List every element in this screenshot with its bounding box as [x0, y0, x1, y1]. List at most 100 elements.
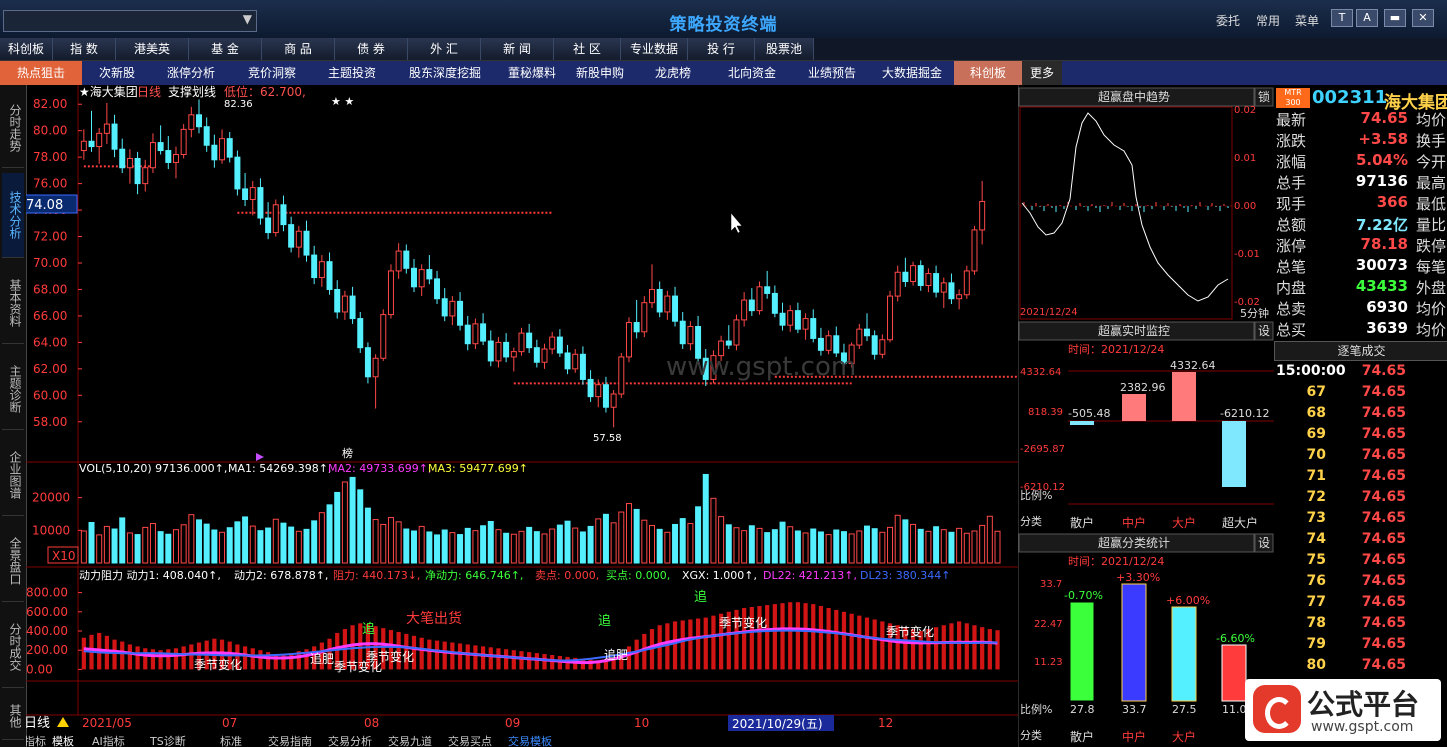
candle-95	[810, 309, 817, 343]
tooltab-8[interactable]: 交易买点	[448, 734, 492, 747]
ind-bar-0	[81, 637, 86, 670]
stat-cat-2: 大户	[1172, 729, 1196, 744]
tooltab-3[interactable]: TS诊断	[149, 734, 186, 747]
vtab-profile[interactable]: 基本资料	[2, 263, 24, 344]
tab-auction[interactable]: 竞价洞察	[230, 61, 314, 85]
vol-bar-89	[764, 532, 771, 564]
stat-set-label[interactable]: 设	[1258, 536, 1270, 550]
price-tick-7: 68.00	[33, 282, 67, 296]
tab-ipo[interactable]: 新股申购	[564, 61, 636, 85]
vol-header-2: MA2: 49733.699↑,	[328, 462, 431, 475]
period-switch[interactable]: 日线	[26, 716, 50, 731]
candle-2	[96, 128, 103, 164]
menu-fund[interactable]: 基 金	[189, 38, 262, 60]
vtab-trades[interactable]: 分时成交	[2, 607, 24, 688]
tooltab-5[interactable]: 交易指南	[268, 734, 312, 747]
menu-community[interactable]: 社 区	[554, 38, 621, 60]
common-button[interactable]: 常用	[1256, 12, 1280, 29]
vol-bar-60	[541, 533, 548, 564]
menu-pro-data[interactable]: 专业数据	[621, 38, 688, 60]
vol-bar-67	[595, 518, 602, 564]
tooltab-9[interactable]: 交易模板	[508, 734, 552, 747]
ind-tick-0: 800.00	[26, 586, 68, 600]
tab-kcb[interactable]: 科创板	[954, 61, 1022, 85]
vol-bar-47	[441, 529, 448, 564]
candle-68	[602, 376, 609, 413]
candle-76	[664, 290, 671, 320]
order-button[interactable]: 委托	[1216, 12, 1240, 29]
tooltab-0[interactable]: 指标	[26, 734, 46, 747]
trend-y-3: -0.01	[1234, 249, 1260, 260]
monitor-set-label[interactable]: 设	[1258, 324, 1270, 338]
tab-more[interactable]: 更多	[1022, 61, 1062, 85]
candle-61	[549, 331, 556, 355]
skin-t-button[interactable]: T	[1331, 9, 1353, 27]
tick-row: 79 74.65	[1276, 636, 1446, 657]
minimize-button[interactable]: ▬	[1384, 9, 1406, 27]
lock-label[interactable]: 锁	[1258, 89, 1270, 104]
tick-time: 77	[1306, 594, 1326, 610]
candle-5	[119, 138, 126, 174]
tooltab-6[interactable]: 交易分析	[328, 734, 372, 747]
ind-bar-27	[289, 653, 294, 670]
stat-val-2: 27.5	[1172, 703, 1197, 716]
candle-44	[418, 264, 425, 297]
menu-button[interactable]: 菜单	[1295, 12, 1319, 29]
marker-triangle-icon	[256, 453, 264, 461]
period-up-icon[interactable]	[57, 717, 69, 727]
tab-holder[interactable]: 股东深度挖掘	[390, 61, 500, 85]
candle-105	[887, 290, 894, 343]
menu-index[interactable]: 指 数	[53, 38, 116, 60]
tooltab-2[interactable]: AI指标	[92, 734, 125, 747]
candle-36	[357, 311, 364, 353]
tick-price: 74.65	[1361, 447, 1406, 463]
tooltab-1[interactable]: 模板	[52, 734, 74, 747]
ind-bar-78	[680, 620, 685, 670]
vtab-panorama[interactable]: 全景盘口	[2, 521, 24, 602]
vol-bar-16	[203, 523, 210, 564]
menu-commodity[interactable]: 商 品	[262, 38, 335, 60]
menu-hk-us[interactable]: 港美英	[116, 38, 189, 60]
tab-theme[interactable]: 主题投资	[314, 61, 390, 85]
tab-northbound[interactable]: 北向资金	[710, 61, 794, 85]
skin-a-button[interactable]: A	[1356, 9, 1378, 27]
quote-label: 涨幅	[1276, 153, 1307, 171]
menu-ib[interactable]: 投 行	[688, 38, 755, 60]
tab-limit-up[interactable]: 涨停分析	[152, 61, 230, 85]
vtab-technical[interactable]: 技术分析	[2, 173, 24, 258]
tab-dragon[interactable]: 龙虎榜	[636, 61, 710, 85]
menu-bond[interactable]: 债 券	[335, 38, 408, 60]
tab-forecast[interactable]: 业绩预告	[794, 61, 870, 85]
tick-row: 72 74.65	[1276, 489, 1446, 510]
tick-price: 74.65	[1361, 510, 1406, 526]
vtab-diagnosis[interactable]: 主题诊断	[2, 349, 24, 430]
tab-bigdata[interactable]: 大数据掘金	[870, 61, 954, 85]
menu-forex[interactable]: 外 汇	[408, 38, 481, 60]
vtab-intraday[interactable]: 分时走势	[2, 89, 24, 168]
ind-bar-102	[864, 617, 870, 670]
vol-bar-77	[672, 523, 679, 564]
vol-bar-81	[702, 473, 709, 564]
menu-stock-pool[interactable]: 股票池	[755, 38, 814, 60]
tick-price: 74.65	[1361, 489, 1406, 505]
ind-bar-101	[857, 615, 862, 670]
ind-label-jijie3: 季节变化	[366, 649, 414, 664]
candle-108	[910, 261, 917, 286]
month-label-2: 08	[364, 716, 379, 730]
vol-bar-3	[103, 525, 110, 564]
month-label-5: 12	[878, 716, 893, 730]
menu-news[interactable]: 新 闻	[481, 38, 554, 60]
candle-112	[940, 277, 947, 308]
vol-bar-49	[457, 534, 464, 564]
tab-new-stock[interactable]: 次新股	[82, 61, 152, 85]
tooltab-4[interactable]: 标准	[220, 734, 242, 747]
vtab-graph[interactable]: 企业图谱	[2, 435, 24, 516]
tab-secretary[interactable]: 董秘爆料	[500, 61, 564, 85]
menu-kcb[interactable]: 科创板	[0, 38, 53, 60]
vtab-other[interactable]: 其他	[2, 693, 24, 740]
brand-logo: 公式平台 www.gspt.com	[1245, 679, 1441, 741]
close-button[interactable]: ✕	[1412, 9, 1434, 27]
tick-time: 70	[1306, 447, 1326, 463]
tab-hot[interactable]: 热点狙击	[0, 61, 82, 85]
tooltab-7[interactable]: 交易九道	[388, 734, 432, 747]
